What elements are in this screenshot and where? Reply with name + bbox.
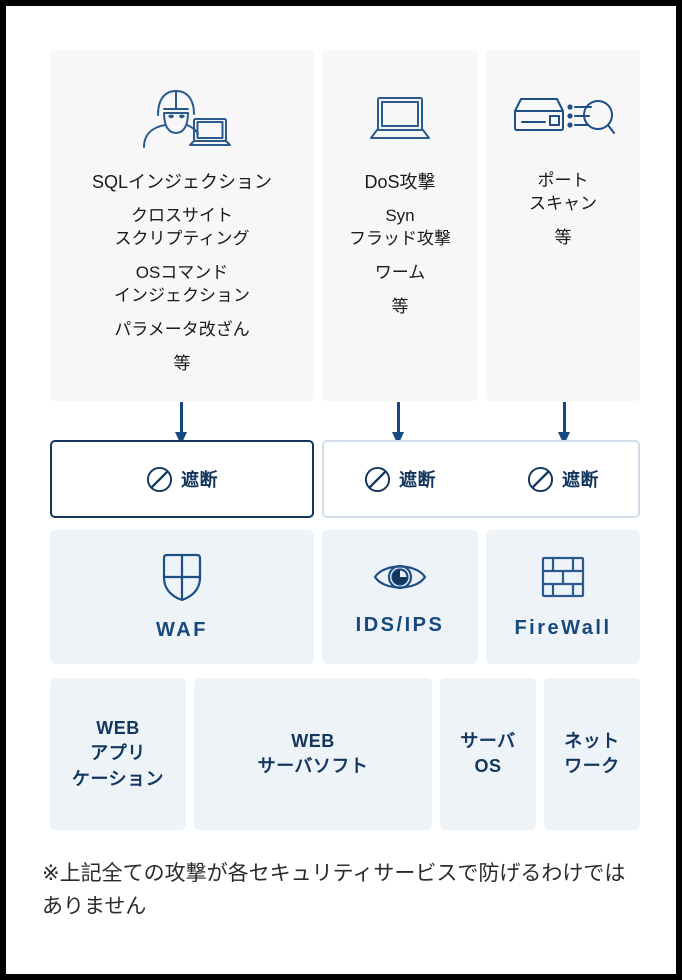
asset-card-web-application: WEB アプリ ケーション [50, 678, 186, 830]
block-row: 遮断 遮断 遮断 [44, 440, 640, 518]
diagram-frame: SQLインジェクション クロスサイト スクリプティング OSコマンド インジェク… [6, 6, 676, 974]
block-item-firewall: 遮断 [486, 440, 640, 518]
attack-item: SQLインジェクション [91, 172, 273, 192]
attack-item: DoS攻撃 [364, 172, 436, 192]
attack-item: Syn フラッド攻撃 [349, 206, 451, 249]
service-label: IDS/IPS [355, 614, 445, 636]
attack-item: ワーム [374, 263, 426, 283]
asset-label: WEB アプリ ケーション [71, 718, 165, 789]
attack-item: 等 [554, 227, 572, 247]
service-card-idsips: IDS/IPS [322, 530, 478, 664]
shield-icon [160, 552, 204, 607]
attack-item-list: DoS攻撃 Syn フラッド攻撃 ワーム 等 [322, 170, 478, 330]
asset-label: ネット ワーク [564, 730, 620, 776]
brickwall-icon [540, 554, 586, 605]
ban-icon [146, 466, 173, 492]
service-card-waf: WAF [50, 530, 314, 664]
asset-card-web-server-software: WEB サーバソフト [194, 678, 432, 830]
block-box-waf: 遮断 [50, 440, 314, 518]
service-label: WAF [156, 619, 208, 641]
attack-item: パラメータ改ざん [114, 320, 250, 340]
attack-item: OSコマンド インジェクション [114, 263, 250, 306]
attack-item: クロスサイト スクリプティング [114, 206, 250, 249]
footnote-text: ※上記全ての攻撃が各セキュリティサービスで防げるわけではありません [42, 862, 626, 918]
asset-card-server-os: サーバ OS [440, 678, 536, 830]
block-label: 遮断 [181, 470, 218, 490]
attack-panel-row: SQLインジェクション クロスサイト スクリプティング OSコマンド インジェク… [44, 50, 640, 401]
block-item-ids: 遮断 [322, 440, 478, 518]
block-label: 遮断 [562, 470, 599, 490]
service-card-firewall: FireWall [486, 530, 640, 664]
ban-icon [527, 466, 554, 492]
attack-item-list: SQLインジェクション クロスサイト スクリプティング OSコマンド インジェク… [50, 170, 314, 387]
attack-panel-web: SQLインジェクション クロスサイト スクリプティング OSコマンド インジェク… [50, 50, 314, 401]
laptop-icon [367, 80, 433, 156]
asset-layer-row: WEB アプリ ケーション WEB サーバソフト サーバ OS ネット ワーク [44, 678, 640, 830]
attack-item: 等 [391, 297, 409, 317]
server-scan-icon [509, 80, 617, 156]
block-label: 遮断 [399, 470, 436, 490]
attack-item: ポート スキャン [529, 171, 597, 213]
asset-card-network: ネット ワーク [544, 678, 640, 830]
attack-item: 等 [173, 353, 191, 373]
security-service-row: WAF IDS/IPS FireWall [44, 530, 640, 664]
asset-label: サーバ OS [460, 730, 516, 776]
eye-icon [372, 557, 428, 602]
hacker-laptop-icon [132, 80, 232, 156]
attack-panel-portscan: ポート スキャン 等 [486, 50, 640, 401]
service-label: FireWall [514, 617, 612, 639]
attack-panel-dos: DoS攻撃 Syn フラッド攻撃 ワーム 等 [322, 50, 478, 401]
ban-icon [364, 466, 391, 492]
attack-item-list: ポート スキャン 等 [486, 170, 640, 261]
asset-label: WEB サーバソフト [257, 730, 369, 776]
